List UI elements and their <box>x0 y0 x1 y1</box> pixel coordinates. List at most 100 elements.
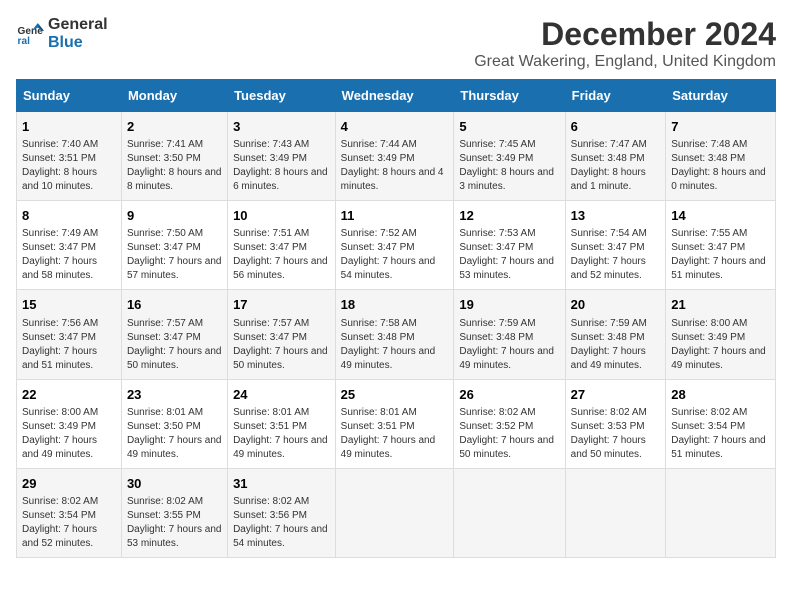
calendar-cell: 10Sunrise: 7:51 AMSunset: 3:47 PMDayligh… <box>228 201 336 290</box>
title-area: December 2024 Great Wakering, England, U… <box>474 16 776 71</box>
sunset-text: Sunset: 3:49 PM <box>22 420 116 434</box>
daylight-text: Daylight: 7 hours and 51 minutes. <box>671 434 770 462</box>
sunrise-text: Sunrise: 7:47 AM <box>571 138 661 152</box>
day-header-saturday: Saturday <box>666 80 776 112</box>
sunset-text: Sunset: 3:48 PM <box>459 331 559 345</box>
calendar-cell: 13Sunrise: 7:54 AMSunset: 3:47 PMDayligh… <box>565 201 666 290</box>
calendar-cell: 23Sunrise: 8:01 AMSunset: 3:50 PMDayligh… <box>121 379 227 468</box>
sunset-text: Sunset: 3:50 PM <box>127 152 222 166</box>
sunrise-text: Sunrise: 7:40 AM <box>22 138 116 152</box>
sunrise-text: Sunrise: 8:02 AM <box>22 495 116 509</box>
sunset-text: Sunset: 3:54 PM <box>22 509 116 523</box>
svg-text:ral: ral <box>18 36 31 47</box>
daylight-text: Daylight: 7 hours and 52 minutes. <box>571 255 661 283</box>
sunrise-text: Sunrise: 7:50 AM <box>127 227 222 241</box>
calendar-week-row: 22Sunrise: 8:00 AMSunset: 3:49 PMDayligh… <box>17 379 776 468</box>
day-number: 26 <box>459 386 559 404</box>
day-number: 9 <box>127 207 222 225</box>
day-number: 19 <box>459 296 559 314</box>
logo-icon: Gene ral <box>16 20 44 48</box>
day-header-friday: Friday <box>565 80 666 112</box>
day-number: 7 <box>671 118 770 136</box>
day-number: 16 <box>127 296 222 314</box>
daylight-text: Daylight: 7 hours and 49 minutes. <box>671 345 770 373</box>
sunset-text: Sunset: 3:47 PM <box>233 331 330 345</box>
daylight-text: Daylight: 7 hours and 54 minutes. <box>233 523 330 551</box>
sunrise-text: Sunrise: 8:01 AM <box>127 406 222 420</box>
sunset-text: Sunset: 3:55 PM <box>127 509 222 523</box>
daylight-text: Daylight: 8 hours and 8 minutes. <box>127 166 222 194</box>
day-number: 28 <box>671 386 770 404</box>
daylight-text: Daylight: 8 hours and 4 minutes. <box>341 166 449 194</box>
logo: Gene ral General Blue <box>16 16 108 51</box>
calendar-cell <box>666 468 776 557</box>
day-number: 25 <box>341 386 449 404</box>
calendar-cell: 14Sunrise: 7:55 AMSunset: 3:47 PMDayligh… <box>666 201 776 290</box>
day-number: 5 <box>459 118 559 136</box>
sunrise-text: Sunrise: 7:57 AM <box>127 317 222 331</box>
daylight-text: Daylight: 7 hours and 50 minutes. <box>127 345 222 373</box>
sunrise-text: Sunrise: 7:44 AM <box>341 138 449 152</box>
day-number: 14 <box>671 207 770 225</box>
sunrise-text: Sunrise: 8:02 AM <box>671 406 770 420</box>
day-header-thursday: Thursday <box>454 80 565 112</box>
daylight-text: Daylight: 7 hours and 49 minutes. <box>22 434 116 462</box>
calendar-cell: 4Sunrise: 7:44 AMSunset: 3:49 PMDaylight… <box>335 112 454 201</box>
day-number: 12 <box>459 207 559 225</box>
calendar-cell: 24Sunrise: 8:01 AMSunset: 3:51 PMDayligh… <box>228 379 336 468</box>
calendar-cell: 3Sunrise: 7:43 AMSunset: 3:49 PMDaylight… <box>228 112 336 201</box>
page-subtitle: Great Wakering, England, United Kingdom <box>474 53 776 71</box>
day-number: 17 <box>233 296 330 314</box>
daylight-text: Daylight: 8 hours and 3 minutes. <box>459 166 559 194</box>
daylight-text: Daylight: 7 hours and 53 minutes. <box>459 255 559 283</box>
sunset-text: Sunset: 3:51 PM <box>233 420 330 434</box>
day-number: 11 <box>341 207 449 225</box>
day-number: 31 <box>233 475 330 493</box>
daylight-text: Daylight: 7 hours and 50 minutes. <box>233 345 330 373</box>
sunrise-text: Sunrise: 7:41 AM <box>127 138 222 152</box>
logo-text-line2: Blue <box>48 34 108 52</box>
sunset-text: Sunset: 3:47 PM <box>459 241 559 255</box>
calendar-cell: 27Sunrise: 8:02 AMSunset: 3:53 PMDayligh… <box>565 379 666 468</box>
calendar-week-row: 29Sunrise: 8:02 AMSunset: 3:54 PMDayligh… <box>17 468 776 557</box>
day-number: 21 <box>671 296 770 314</box>
day-header-wednesday: Wednesday <box>335 80 454 112</box>
logo-text-line1: General <box>48 16 108 34</box>
sunset-text: Sunset: 3:56 PM <box>233 509 330 523</box>
sunset-text: Sunset: 3:47 PM <box>22 241 116 255</box>
calendar-header-row: SundayMondayTuesdayWednesdayThursdayFrid… <box>17 80 776 112</box>
sunset-text: Sunset: 3:48 PM <box>571 331 661 345</box>
calendar-cell: 2Sunrise: 7:41 AMSunset: 3:50 PMDaylight… <box>121 112 227 201</box>
day-number: 1 <box>22 118 116 136</box>
sunset-text: Sunset: 3:49 PM <box>671 331 770 345</box>
calendar-cell: 7Sunrise: 7:48 AMSunset: 3:48 PMDaylight… <box>666 112 776 201</box>
daylight-text: Daylight: 8 hours and 0 minutes. <box>671 166 770 194</box>
sunset-text: Sunset: 3:47 PM <box>127 331 222 345</box>
daylight-text: Daylight: 8 hours and 1 minute. <box>571 166 661 194</box>
day-number: 29 <box>22 475 116 493</box>
sunrise-text: Sunrise: 7:53 AM <box>459 227 559 241</box>
calendar-cell: 25Sunrise: 8:01 AMSunset: 3:51 PMDayligh… <box>335 379 454 468</box>
page-header: Gene ral General Blue December 2024 Grea… <box>16 16 776 71</box>
sunrise-text: Sunrise: 7:43 AM <box>233 138 330 152</box>
sunrise-text: Sunrise: 8:02 AM <box>571 406 661 420</box>
sunrise-text: Sunrise: 7:58 AM <box>341 317 449 331</box>
calendar-cell: 11Sunrise: 7:52 AMSunset: 3:47 PMDayligh… <box>335 201 454 290</box>
calendar-cell: 9Sunrise: 7:50 AMSunset: 3:47 PMDaylight… <box>121 201 227 290</box>
daylight-text: Daylight: 7 hours and 54 minutes. <box>341 255 449 283</box>
sunrise-text: Sunrise: 7:49 AM <box>22 227 116 241</box>
day-number: 6 <box>571 118 661 136</box>
calendar-week-row: 1Sunrise: 7:40 AMSunset: 3:51 PMDaylight… <box>17 112 776 201</box>
daylight-text: Daylight: 7 hours and 52 minutes. <box>22 523 116 551</box>
daylight-text: Daylight: 8 hours and 10 minutes. <box>22 166 116 194</box>
daylight-text: Daylight: 7 hours and 49 minutes. <box>233 434 330 462</box>
sunrise-text: Sunrise: 8:01 AM <box>233 406 330 420</box>
day-number: 13 <box>571 207 661 225</box>
sunrise-text: Sunrise: 8:02 AM <box>459 406 559 420</box>
day-number: 22 <box>22 386 116 404</box>
sunset-text: Sunset: 3:47 PM <box>22 331 116 345</box>
sunrise-text: Sunrise: 8:01 AM <box>341 406 449 420</box>
sunrise-text: Sunrise: 7:45 AM <box>459 138 559 152</box>
daylight-text: Daylight: 7 hours and 56 minutes. <box>233 255 330 283</box>
sunset-text: Sunset: 3:48 PM <box>571 152 661 166</box>
